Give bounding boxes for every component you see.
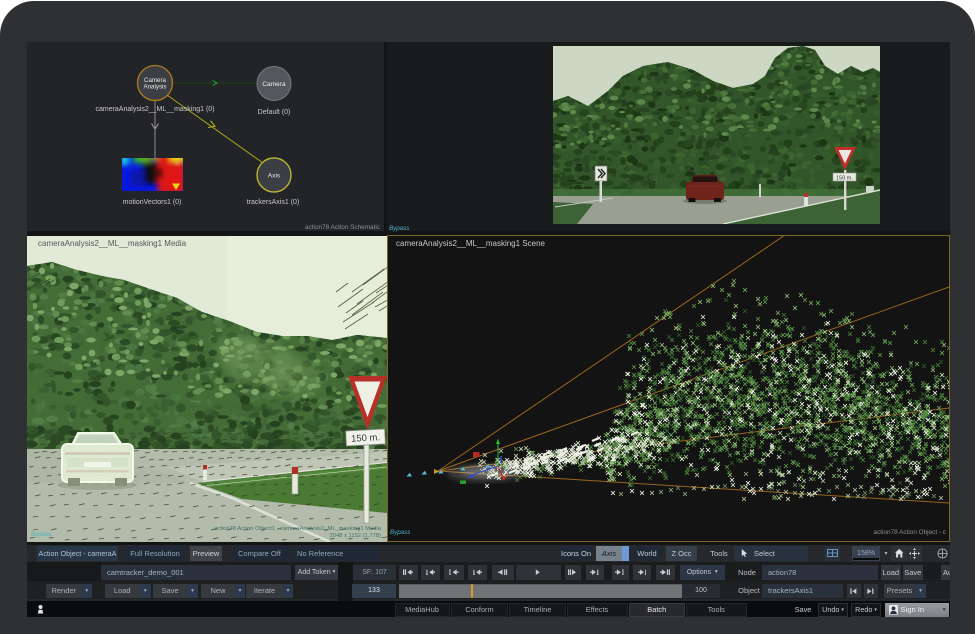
svg-text:Camera: Camera <box>262 81 286 88</box>
svg-text:Default (0): Default (0) <box>258 109 291 116</box>
svg-text:150 m.: 150 m. <box>351 432 381 445</box>
svg-text:Analysis: Analysis <box>143 83 166 90</box>
svg-text:motionVectors1 (0): motionVectors1 (0) <box>123 199 182 206</box>
svg-text:trackersAxis1 (0): trackersAxis1 (0) <box>247 199 300 206</box>
svg-text:action78 Action Schematic: action78 Action Schematic <box>305 224 381 231</box>
svg-text:cameraAnalysis2__ML__masking1: cameraAnalysis2__ML__masking1 (0) <box>95 106 214 113</box>
svg-text:150 m.: 150 m. <box>836 175 853 181</box>
svg-text:Axis: Axis <box>268 173 281 180</box>
